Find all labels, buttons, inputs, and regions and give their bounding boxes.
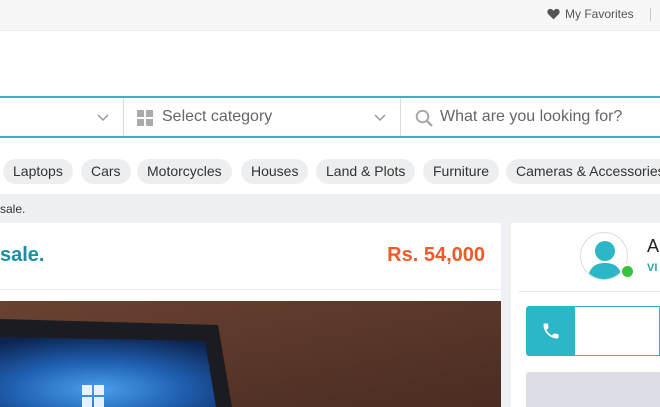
listing-price: Rs. 54,000	[387, 244, 485, 266]
location-select[interactable]	[0, 98, 124, 136]
chip-land-plots[interactable]: Land & Plots	[316, 159, 416, 184]
topbar-separator	[650, 8, 651, 21]
top-bar: My Favorites	[0, 0, 660, 31]
seller-name[interactable]: Al	[647, 236, 660, 257]
listing-divider	[0, 289, 501, 290]
category-chips: Laptops Cars Motorcycles Houses Land & P…	[0, 138, 660, 194]
header	[0, 31, 660, 96]
my-favorites-link[interactable]: My Favorites	[547, 7, 634, 21]
chip-motorcycles[interactable]: Motorcycles	[137, 159, 232, 184]
listing-title: sale.	[0, 244, 45, 266]
chip-houses[interactable]: Houses	[241, 159, 309, 184]
breadcrumb: sale.	[0, 194, 660, 222]
seller-divider	[519, 291, 660, 292]
heart-icon	[547, 8, 560, 20]
chevron-down-icon	[374, 114, 386, 122]
show-phone-button[interactable]	[526, 306, 660, 356]
category-select[interactable]: Select category	[124, 98, 401, 136]
chip-cars[interactable]: Cars	[81, 159, 131, 184]
chip-furniture[interactable]: Furniture	[423, 159, 500, 184]
seller-profile-link[interactable]: VI	[647, 262, 657, 274]
my-favorites-label: My Favorites	[565, 7, 634, 21]
listing-panel: sale. Rs. 54,000	[0, 223, 501, 407]
category-select-label: Select category	[162, 108, 273, 125]
chip-laptops[interactable]: Laptops	[3, 159, 73, 184]
chip-cameras-accessories[interactable]: Cameras & Accessories	[506, 159, 660, 184]
search-bar: Select category What are you looking for…	[0, 96, 660, 138]
chat-button[interactable]	[526, 372, 660, 407]
search-input[interactable]: What are you looking for?	[401, 98, 660, 136]
laptop-photo-image	[0, 301, 501, 407]
phone-icon-box	[527, 307, 575, 355]
chevron-down-icon	[97, 114, 109, 122]
seller-panel: Al VI	[511, 223, 660, 407]
search-placeholder: What are you looking for?	[440, 108, 623, 125]
phone-icon	[543, 323, 559, 339]
grid-icon	[137, 110, 153, 126]
breadcrumb-current: sale.	[0, 202, 26, 216]
search-icon	[415, 109, 433, 127]
online-status-dot	[620, 264, 635, 279]
listing-photo[interactable]	[0, 301, 501, 407]
